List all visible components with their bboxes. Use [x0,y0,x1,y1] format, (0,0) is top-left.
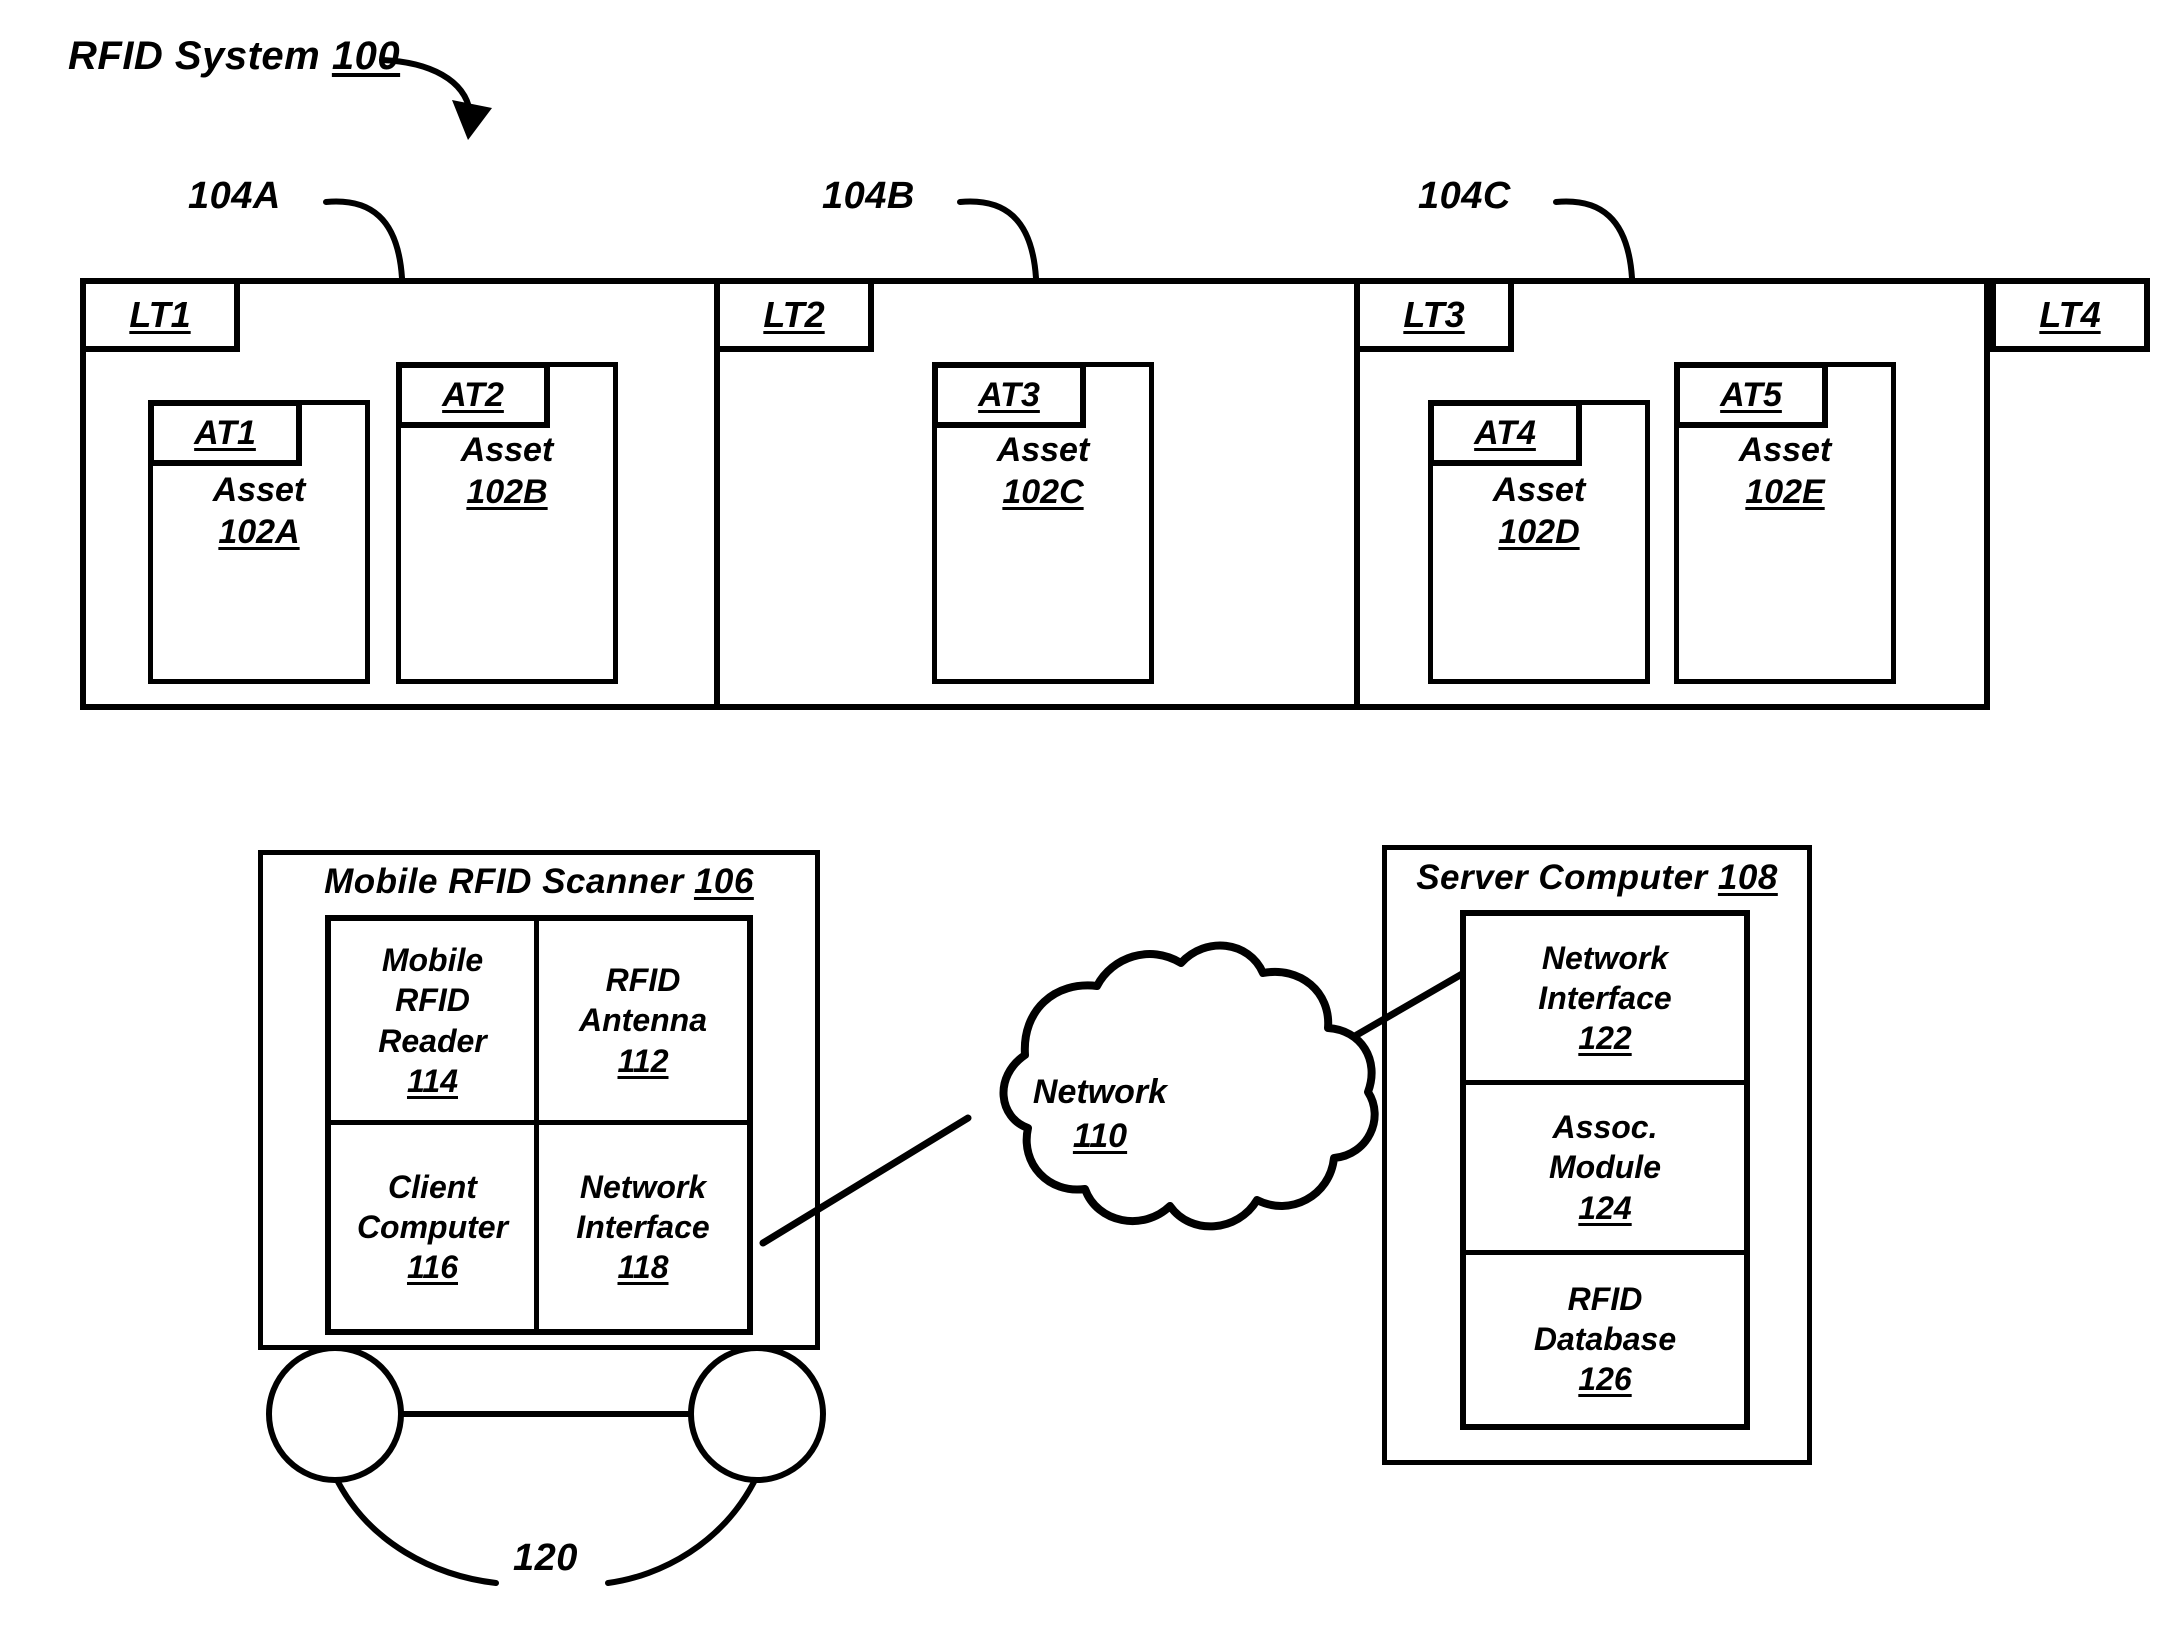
leader-104c [1553,198,1635,281]
asset-102c-ref: 102C [1002,473,1084,512]
scanner-cell-mobile-rfid-reader[interactable]: Mobile RFID Reader 114 [331,921,539,1125]
rfid-antenna-ref: 112 [617,1042,669,1079]
scanner-wheel-left [266,1345,404,1483]
client-computer-ref: 116 [406,1249,458,1286]
asset-102a-name: Asset [212,471,306,509]
client-computer-line2: Computer [356,1208,509,1245]
server-computer-title: Server Computer 108 [1382,858,1812,898]
mobile-rfid-reader-line3: Reader [378,1022,487,1059]
leader-104b [957,198,1039,281]
server-network-interface-line2: Interface [1538,980,1672,1016]
scanner-cell-rfid-antenna[interactable]: RFID Antenna 112 [539,921,747,1125]
server-network-interface-line1: Network [1541,939,1669,976]
mobile-rfid-reader-line2: RFID [395,982,470,1019]
location-ref-104b: 104B [822,175,915,217]
scanner-cell-network-interface[interactable]: Network Interface 118 [539,1125,747,1329]
scanner-wheels-ref: 120 [513,1537,578,1579]
leader-120-right [605,1473,760,1586]
asset-tag-at5[interactable]: AT5 [1674,362,1828,428]
assoc-module-line2: Module [1549,1149,1661,1186]
scanner-network-interface-line1: Network [579,1168,707,1205]
asset-tag-at4[interactable]: AT4 [1428,400,1582,466]
asset-102b-name: Asset [460,431,554,469]
scanner-title-text: Mobile RFID Scanner [324,862,684,901]
mobile-rfid-scanner-title: Mobile RFID Scanner 106 [258,862,820,902]
network-label-ref: 110 [1072,1117,1128,1156]
rfid-database-line2: Database [1533,1321,1677,1358]
patent-figure-canvas: RFID System 100 104A 104B 104C LT1 LT2 L… [0,0,2177,1648]
location-tag-lt3-label: LT3 [1403,294,1465,335]
scanner-cell-client-computer[interactable]: Client Computer 116 [331,1125,539,1329]
mobile-rfid-reader-ref: 114 [406,1062,458,1099]
rfid-antenna-line1: RFID [605,962,681,999]
server-network-interface-ref: 122 [1578,1020,1632,1057]
network-label-text: Network [1032,1073,1168,1111]
asset-102e-ref: 102E [1745,473,1825,512]
location-tag-lt3[interactable]: LT3 [1354,278,1514,352]
asset-tag-at3-label: AT3 [978,375,1040,414]
figure-title: RFID System 100 [68,34,400,79]
server-component-stack: Network Interface 122 Assoc. Module 124 … [1460,910,1750,1430]
figure-title-text: RFID System [68,34,321,78]
location-ref-104a: 104A [188,175,281,217]
leader-120-left [332,1473,499,1586]
location-tag-lt4[interactable]: LT4 [1990,278,2150,352]
figure-title-ref: 100 [331,34,401,78]
asset-102d-name: Asset [1492,471,1586,509]
asset-102d-ref: 102D [1498,513,1580,552]
asset-102a-ref: 102A [218,513,300,552]
rfid-database-line1: RFID [1567,1280,1643,1317]
location-tag-lt2-label: LT2 [763,294,825,335]
server-cell-assoc-module[interactable]: Assoc. Module 124 [1466,1085,1744,1255]
scanner-wheel-right [688,1345,826,1483]
location-tag-lt4-label: LT4 [2039,294,2101,335]
network-cloud-label[interactable]: Network 110 [980,1070,1220,1158]
rfid-database-ref: 126 [1578,1361,1632,1398]
asset-102c-name: Asset [996,431,1090,469]
scanner-component-grid: Mobile RFID Reader 114 RFID Antenna 112 … [325,915,753,1335]
rfid-antenna-line2: Antenna [579,1002,707,1039]
server-title-ref: 108 [1717,858,1778,897]
asset-tag-at1-label: AT1 [194,413,256,452]
server-cell-network-interface[interactable]: Network Interface 122 [1466,916,1744,1086]
scanner-network-interface-ref: 118 [617,1249,669,1286]
server-title-text: Server Computer [1416,858,1708,897]
scanner-network-interface-line2: Interface [576,1208,710,1245]
asset-102b-ref: 102B [466,473,548,512]
location-tag-lt1-label: LT1 [129,294,191,335]
server-cell-rfid-database[interactable]: RFID Database 126 [1466,1255,1744,1424]
asset-102e-name: Asset [1738,431,1832,469]
location-tag-lt2[interactable]: LT2 [714,278,874,352]
asset-tag-at5-label: AT5 [1720,375,1782,414]
client-computer-line1: Client [388,1168,477,1205]
asset-tag-at2[interactable]: AT2 [396,362,550,428]
scanner-title-ref: 106 [693,862,754,901]
asset-tag-at3[interactable]: AT3 [932,362,1086,428]
assoc-module-line1: Assoc. [1552,1109,1658,1146]
mobile-rfid-reader-line1: Mobile [381,941,484,978]
scanner-axle [398,1411,698,1417]
location-tag-lt1[interactable]: LT1 [80,278,240,352]
asset-tag-at1[interactable]: AT1 [148,400,302,466]
asset-tag-at2-label: AT2 [442,375,504,414]
assoc-module-ref: 124 [1578,1189,1632,1226]
location-ref-104c: 104C [1418,175,1511,217]
asset-tag-at4-label: AT4 [1474,413,1536,452]
leader-104a [323,198,405,281]
